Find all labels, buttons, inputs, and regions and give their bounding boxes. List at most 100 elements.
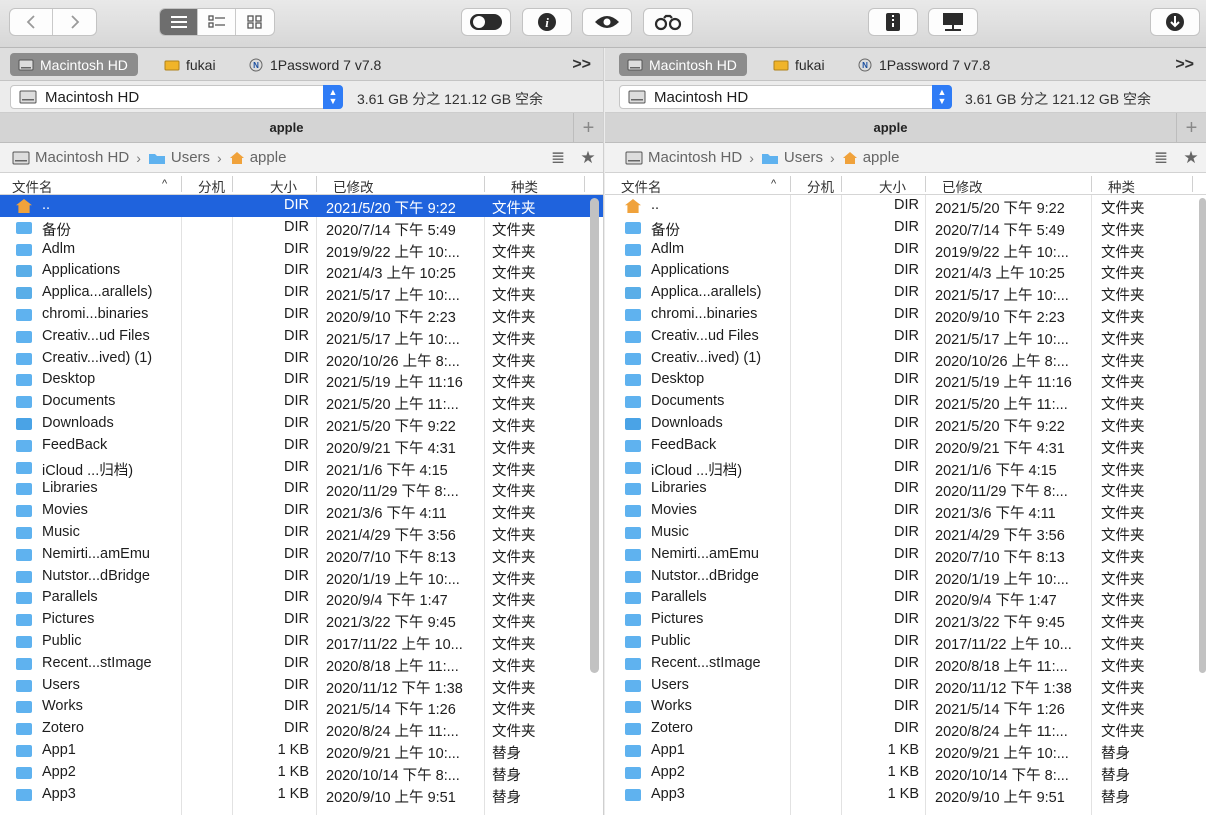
- back-button[interactable]: [10, 9, 54, 35]
- detail-view-button[interactable]: [198, 9, 236, 35]
- table-row[interactable]: Users DIR 2020/11/12 下午 1:38 文件夹: [605, 675, 1206, 697]
- column-kind-header[interactable]: 种类: [1108, 176, 1135, 196]
- table-row[interactable]: 备份 DIR 2020/7/14 下午 5:49 文件夹: [0, 217, 603, 239]
- table-row[interactable]: Libraries DIR 2020/11/29 下午 8:... 文件夹: [0, 478, 603, 500]
- breadcrumb-item[interactable]: Users: [784, 149, 823, 166]
- info-button[interactable]: i: [522, 8, 572, 36]
- table-row[interactable]: FeedBack DIR 2020/9/21 下午 4:31 文件夹: [0, 435, 603, 457]
- table-row[interactable]: Adlm DIR 2019/9/22 上午 10:... 文件夹: [0, 239, 603, 261]
- table-row[interactable]: Nutstor...dBridge DIR 2020/1/19 上午 10:... 文…: [605, 566, 1206, 588]
- download-button[interactable]: [1150, 8, 1200, 36]
- table-row[interactable]: Applica...arallels) DIR 2021/5/17 上午 10:..…: [605, 282, 1206, 304]
- column-name-header[interactable]: 文件名: [12, 176, 53, 196]
- table-row[interactable]: App1 1 KB 2020/9/21 上午 10:... 替身: [605, 740, 1206, 762]
- table-row[interactable]: FeedBack DIR 2020/9/21 下午 4:31 文件夹: [605, 435, 1206, 457]
- table-row[interactable]: Music DIR 2021/4/29 下午 3:56 文件夹: [605, 522, 1206, 544]
- column-modified-header[interactable]: 已修改: [942, 176, 983, 196]
- table-row[interactable]: Documents DIR 2021/5/20 上午 11:... 文件夹: [605, 391, 1206, 413]
- scrollbar[interactable]: [590, 198, 599, 673]
- table-row[interactable]: Nemirti...amEmu DIR 2020/7/10 下午 8:13 文件夹: [0, 544, 603, 566]
- column-modified-header[interactable]: 已修改: [333, 176, 374, 196]
- table-row[interactable]: Applications DIR 2021/4/3 上午 10:25 文件夹: [605, 260, 1206, 282]
- table-row[interactable]: Creativ...ud Files DIR 2021/5/17 上午 10:...…: [605, 326, 1206, 348]
- tab-macintosh-hd[interactable]: Macintosh HD: [10, 53, 138, 76]
- table-row[interactable]: Music DIR 2021/4/29 下午 3:56 文件夹: [0, 522, 603, 544]
- table-row[interactable]: Movies DIR 2021/3/6 下午 4:11 文件夹: [605, 500, 1206, 522]
- column-ext-header[interactable]: 分机: [807, 176, 834, 196]
- more-tabs-button[interactable]: >>: [1175, 56, 1194, 74]
- quick-look-button[interactable]: [582, 8, 632, 36]
- table-row[interactable]: Works DIR 2021/5/14 下午 1:26 文件夹: [0, 696, 603, 718]
- table-row[interactable]: Desktop DIR 2021/5/19 上午 11:16 文件夹: [605, 369, 1206, 391]
- column-kind-header[interactable]: 种类: [511, 176, 538, 196]
- table-row[interactable]: Desktop DIR 2021/5/19 上午 11:16 文件夹: [0, 369, 603, 391]
- column-size-header[interactable]: 大小: [270, 176, 297, 196]
- breadcrumb-item[interactable]: apple: [863, 149, 900, 166]
- breadcrumb-item[interactable]: Macintosh HD: [648, 149, 742, 166]
- table-row[interactable]: chromi...binaries DIR 2020/9/10 下午 2:23 文件夹: [605, 304, 1206, 326]
- table-row[interactable]: chromi...binaries DIR 2020/9/10 下午 2:23 文件夹: [0, 304, 603, 326]
- table-row[interactable]: iCloud ...归档) DIR 2021/1/6 下午 4:15 文件夹: [0, 457, 603, 479]
- column-ext-header[interactable]: 分机: [198, 176, 225, 196]
- list-options-button[interactable]: ≣: [543, 143, 573, 173]
- icon-view-button[interactable]: [236, 9, 274, 35]
- tab-fukai[interactable]: fukai: [156, 53, 226, 76]
- table-row[interactable]: Applications DIR 2021/4/3 上午 10:25 文件夹: [0, 260, 603, 282]
- table-row[interactable]: Works DIR 2021/5/14 下午 1:26 文件夹: [605, 696, 1206, 718]
- table-row[interactable]: Documents DIR 2021/5/20 上午 11:... 文件夹: [0, 391, 603, 413]
- table-row[interactable]: .. DIR 2021/5/20 下午 9:22 文件夹: [605, 195, 1206, 217]
- table-row[interactable]: iCloud ...归档) DIR 2021/1/6 下午 4:15 文件夹: [605, 457, 1206, 479]
- table-row[interactable]: Movies DIR 2021/3/6 下午 4:11 文件夹: [0, 500, 603, 522]
- table-row[interactable]: App2 1 KB 2020/10/14 下午 8:... 替身: [0, 762, 603, 784]
- tab-1password[interactable]: N 1Password 7 v7.8: [240, 53, 391, 76]
- table-row[interactable]: Public DIR 2017/11/22 上午 10... 文件夹: [0, 631, 603, 653]
- table-row[interactable]: App3 1 KB 2020/9/10 上午 9:51 替身: [0, 784, 603, 806]
- table-row[interactable]: Nutstor...dBridge DIR 2020/1/19 上午 10:... 文…: [0, 566, 603, 588]
- table-row[interactable]: Downloads DIR 2021/5/20 下午 9:22 文件夹: [0, 413, 603, 435]
- table-row[interactable]: Nemirti...amEmu DIR 2020/7/10 下午 8:13 文件夹: [605, 544, 1206, 566]
- table-row[interactable]: 备份 DIR 2020/7/14 下午 5:49 文件夹: [605, 217, 1206, 239]
- table-row[interactable]: Public DIR 2017/11/22 上午 10... 文件夹: [605, 631, 1206, 653]
- list-options-button[interactable]: ≣: [1146, 143, 1176, 173]
- volume-selector[interactable]: Macintosh HD ▲ ▼: [10, 85, 343, 109]
- search-button[interactable]: [643, 8, 693, 36]
- network-button[interactable]: [928, 8, 978, 36]
- table-row[interactable]: Recent...stImage DIR 2020/8/18 上午 11:... 文件…: [605, 653, 1206, 675]
- table-row[interactable]: Pictures DIR 2021/3/22 下午 9:45 文件夹: [605, 609, 1206, 631]
- toggle-button[interactable]: [461, 8, 511, 36]
- table-row[interactable]: Adlm DIR 2019/9/22 上午 10:... 文件夹: [605, 239, 1206, 261]
- table-row[interactable]: Downloads DIR 2021/5/20 下午 9:22 文件夹: [605, 413, 1206, 435]
- list-view-button[interactable]: [160, 9, 198, 35]
- table-row[interactable]: Applica...arallels) DIR 2021/5/17 上午 10:..…: [0, 282, 603, 304]
- table-row[interactable]: Libraries DIR 2020/11/29 下午 8:... 文件夹: [605, 478, 1206, 500]
- volume-selector[interactable]: Macintosh HD ▲ ▼: [619, 85, 952, 109]
- more-tabs-button[interactable]: >>: [572, 56, 591, 74]
- table-row[interactable]: Zotero DIR 2020/8/24 上午 11:... 文件夹: [0, 718, 603, 740]
- table-row[interactable]: Recent...stImage DIR 2020/8/18 上午 11:... 文件…: [0, 653, 603, 675]
- table-row[interactable]: .. DIR 2021/5/20 下午 9:22 文件夹: [0, 195, 603, 217]
- table-row[interactable]: Pictures DIR 2021/3/22 下午 9:45 文件夹: [0, 609, 603, 631]
- tab-macintosh-hd[interactable]: Macintosh HD: [619, 53, 747, 76]
- table-row[interactable]: App3 1 KB 2020/9/10 上午 9:51 替身: [605, 784, 1206, 806]
- scrollbar[interactable]: [1199, 198, 1206, 673]
- table-row[interactable]: Creativ...ived) (1) DIR 2020/10/26 上午 8:..…: [0, 348, 603, 370]
- table-row[interactable]: App1 1 KB 2020/9/21 上午 10:... 替身: [0, 740, 603, 762]
- add-tab-button[interactable]: +: [1176, 113, 1206, 143]
- column-name-header[interactable]: 文件名: [621, 176, 662, 196]
- favorite-button[interactable]: ★: [573, 143, 603, 173]
- table-row[interactable]: Creativ...ud Files DIR 2021/5/17 上午 10:...…: [0, 326, 603, 348]
- table-row[interactable]: Parallels DIR 2020/9/4 下午 1:47 文件夹: [0, 587, 603, 609]
- favorite-button[interactable]: ★: [1176, 143, 1206, 173]
- breadcrumb-item[interactable]: Macintosh HD: [35, 149, 129, 166]
- breadcrumb-item[interactable]: Users: [171, 149, 210, 166]
- forward-button[interactable]: [53, 9, 96, 35]
- table-row[interactable]: App2 1 KB 2020/10/14 下午 8:... 替身: [605, 762, 1206, 784]
- table-row[interactable]: Users DIR 2020/11/12 下午 1:38 文件夹: [0, 675, 603, 697]
- tab-1password[interactable]: N 1Password 7 v7.8: [849, 53, 1000, 76]
- table-row[interactable]: Creativ...ived) (1) DIR 2020/10/26 上午 8:..…: [605, 348, 1206, 370]
- add-tab-button[interactable]: +: [573, 113, 603, 143]
- column-size-header[interactable]: 大小: [879, 176, 906, 196]
- table-row[interactable]: Parallels DIR 2020/9/4 下午 1:47 文件夹: [605, 587, 1206, 609]
- tab-fukai[interactable]: fukai: [765, 53, 835, 76]
- archive-button[interactable]: [868, 8, 918, 36]
